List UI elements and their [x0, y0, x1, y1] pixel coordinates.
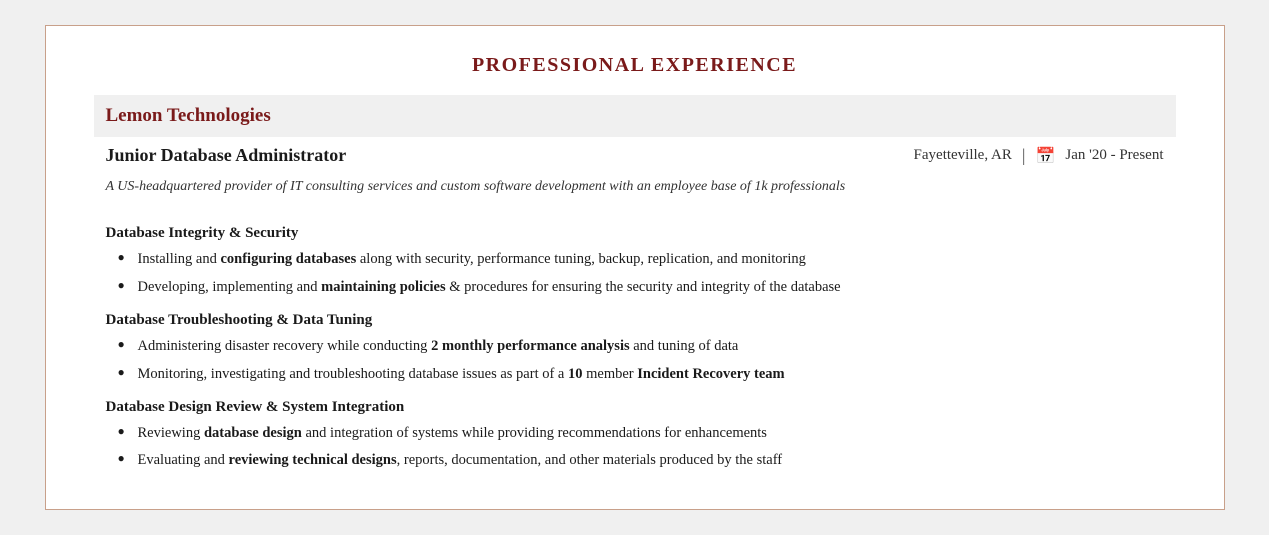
list-item: Monitoring, investigating and troublesho… [118, 363, 1176, 385]
location: Fayetteville, AR [914, 147, 1012, 164]
job-title: Junior Database Administrator [106, 145, 347, 166]
skill-section-title: Database Design Review & System Integrat… [94, 399, 1176, 416]
list-item: Evaluating and reviewing technical desig… [118, 449, 1176, 471]
company-header: Lemon Technologies [94, 95, 1176, 137]
date-range: Jan '20 - Present [1065, 147, 1163, 164]
section-title: PROFESSIONAL EXPERIENCE [94, 54, 1176, 77]
list-item: Administering disaster recovery while co… [118, 335, 1176, 357]
calendar-icon: 📅 [1035, 146, 1055, 166]
divider: | [1022, 145, 1026, 166]
bullet-list: Administering disaster recovery while co… [94, 335, 1176, 385]
job-row: Junior Database Administrator Fayettevil… [94, 137, 1176, 170]
list-item: Installing and configuring databases alo… [118, 248, 1176, 270]
skills-container: Database Integrity & Security Installing … [94, 225, 1176, 472]
bullet-list: Installing and configuring databases alo… [94, 248, 1176, 298]
skill-section-title: Database Troubleshooting & Data Tuning [94, 312, 1176, 329]
company-name: Lemon Technologies [106, 105, 271, 126]
company-description: A US-headquartered provider of IT consul… [94, 170, 1176, 211]
job-meta: Fayetteville, AR | 📅 Jan '20 - Present [914, 145, 1164, 166]
list-item: Developing, implementing and maintaining… [118, 276, 1176, 298]
list-item: Reviewing database design and integratio… [118, 422, 1176, 444]
bullet-list: Reviewing database design and integratio… [94, 422, 1176, 472]
resume-container: PROFESSIONAL EXPERIENCE Lemon Technologi… [45, 25, 1225, 510]
skill-section-title: Database Integrity & Security [94, 225, 1176, 242]
